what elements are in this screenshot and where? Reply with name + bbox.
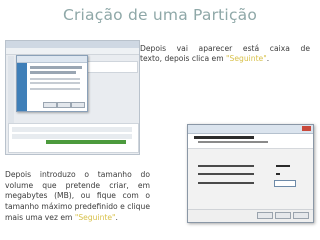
dialog-titlebar [188,125,313,134]
seguinte-highlight: "Seguinte" [74,212,116,222]
dialog-footer [188,209,313,222]
wizard-text-line [30,78,80,80]
back-button [257,212,273,219]
max-space-value [276,165,290,167]
disk-row [12,134,132,139]
dialog-subheading [198,141,268,143]
volume-size-spinner [274,180,296,187]
paragraph-suffix: . [115,212,118,222]
wizard-heading [30,66,82,69]
paragraph-text: texto, depois clica em [140,54,227,63]
back-button [43,102,57,108]
cancel-button [293,212,309,219]
volume-size-label [198,182,254,184]
disk-map [8,123,139,153]
wizard-text-line [30,82,80,84]
window-titlebar [6,41,139,48]
min-space-label [198,173,254,175]
paragraph-line2: texto, depois clica em "Seguinte". [140,54,310,64]
disk-row [12,127,132,132]
slide-title: Criação de uma Partição [62,6,258,24]
dialog-heading [194,136,254,139]
wizard-heading-line2 [30,71,76,74]
screenshot-new-volume-wizard [5,40,140,155]
close-icon [302,126,311,131]
unallocated-bar [46,140,126,144]
instruction-paragraph-top: Depois vai aparecer está caixa de texto,… [140,44,310,64]
next-button [275,212,291,219]
wizard-dialog [16,55,88,112]
wizard-text-line [30,88,80,90]
paragraph-suffix: . [266,54,270,63]
instruction-paragraph-bottom: Depois introduzo o tamanho do volume que… [5,170,150,224]
wizard-titlebar [17,56,87,63]
cancel-button [71,102,85,108]
max-space-label [198,165,254,167]
min-space-value [276,173,280,175]
window-menubar [6,48,139,55]
screenshot-volume-size-dialog [187,124,314,223]
wizard-side-banner [17,63,27,111]
paragraph-line1: Depois vai aparecer está caixa de [140,44,310,53]
next-button [57,102,71,108]
seguinte-highlight: "Seguinte" [226,54,267,63]
